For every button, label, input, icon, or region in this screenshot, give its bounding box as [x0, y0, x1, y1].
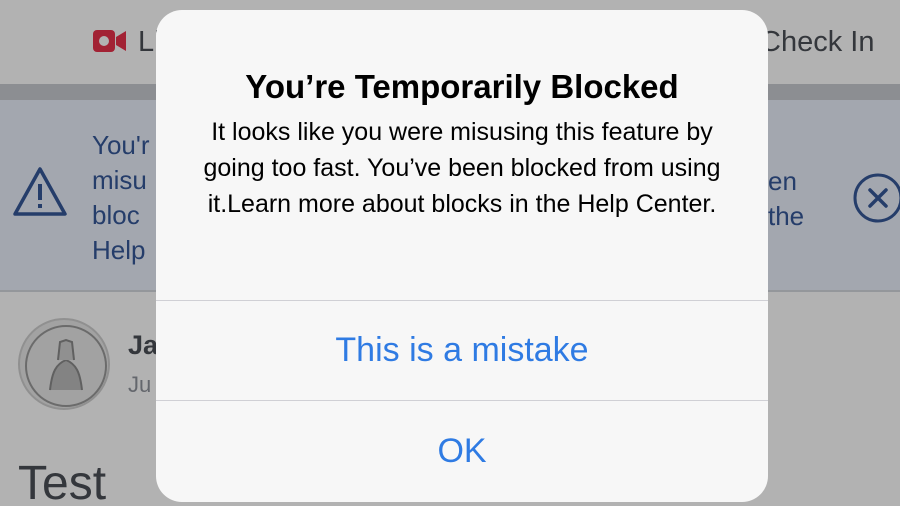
alert-title: You’re Temporarily Blocked	[245, 68, 679, 105]
ok-button[interactable]: OK	[156, 401, 768, 502]
alert-message: It looks like you were misusing this fea…	[203, 118, 721, 218]
this-is-a-mistake-button[interactable]: This is a mistake	[156, 301, 768, 400]
blocked-alert-dialog: You’re Temporarily Blocked It looks like…	[156, 10, 768, 502]
